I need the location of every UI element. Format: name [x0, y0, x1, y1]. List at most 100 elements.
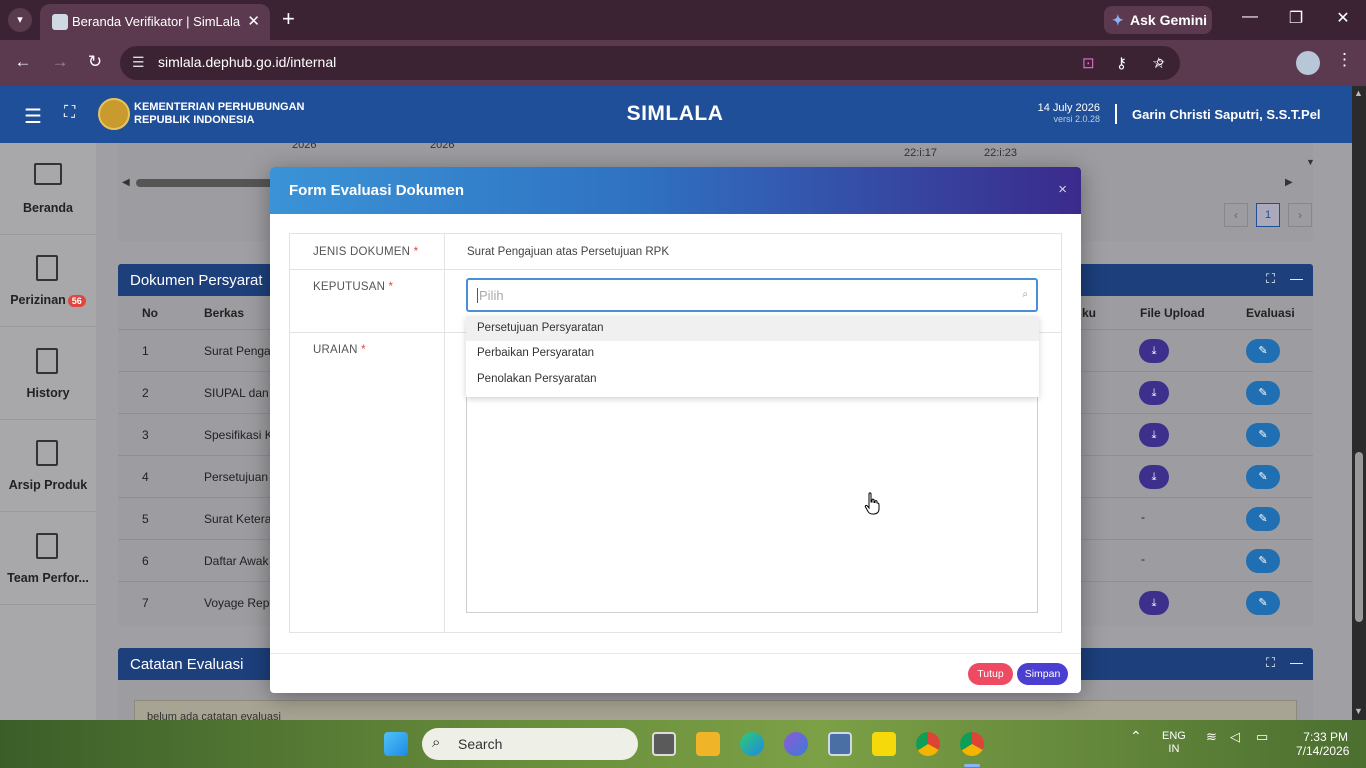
window-close-icon[interactable]: ✕: [1331, 8, 1355, 28]
tray-chevron-up-icon[interactable]: ⌃: [1130, 729, 1142, 743]
form-row-jenis: JENIS DOKUMEN * Surat Pengajuan atas Per…: [290, 234, 1061, 270]
download-button[interactable]: ⤓: [1139, 339, 1169, 363]
password-key-icon[interactable]: ⚷: [1116, 54, 1127, 72]
volume-icon[interactable]: ◁: [1230, 730, 1240, 743]
site-info-icon[interactable]: ☰: [132, 54, 145, 71]
sidebar-item-perizinan[interactable]: Perizinan 56: [0, 235, 96, 327]
collapse-icon[interactable]: —: [1290, 655, 1303, 670]
option-penolakan[interactable]: Penolakan Persyaratan: [466, 367, 1039, 392]
address-bar[interactable]: ☰ simlala.dephub.go.id/internal ☆ ⚷ ⊡: [120, 46, 1180, 80]
chrome-icon[interactable]: [916, 732, 940, 756]
edit-evaluasi-button[interactable]: ✎: [1246, 507, 1280, 531]
profile-avatar[interactable]: [1296, 51, 1320, 75]
browser-toolbar: ← → ↻ ☰ simlala.dephub.go.id/internal ☆ …: [0, 40, 1366, 86]
maximize-icon[interactable]: ❐: [1284, 8, 1308, 28]
label-text: URAIAN: [313, 344, 358, 356]
edit-evaluasi-button[interactable]: ✎: [1246, 591, 1280, 615]
perizinan-count-badge: 56: [67, 294, 86, 307]
back-arrow-icon[interactable]: ←: [13, 52, 33, 72]
taskbar-clock[interactable]: 7:33 PM 7/14/2026: [1296, 730, 1349, 758]
scroll-down-icon[interactable]: ▼: [1306, 157, 1315, 167]
edit-evaluasi-button[interactable]: ✎: [1246, 423, 1280, 447]
edge-browser-icon[interactable]: [740, 732, 764, 756]
browser-tab[interactable]: Beranda Verifikator | SimLala ✕: [40, 4, 270, 40]
row-berkas: SIUPAL dan B: [204, 386, 281, 400]
forward-arrow-icon[interactable]: →: [50, 52, 70, 72]
user-name[interactable]: Garin Christi Saputri, S.S.T.Pel: [1132, 107, 1321, 122]
new-tab-icon[interactable]: +: [282, 6, 295, 32]
app-icon[interactable]: [784, 732, 808, 756]
clock-time: 7:33 PM: [1303, 730, 1348, 744]
windows-start-icon[interactable]: [384, 732, 408, 756]
collapse-icon[interactable]: —: [1290, 271, 1303, 286]
edit-evaluasi-button[interactable]: ✎: [1246, 465, 1280, 489]
row-number: 1: [142, 344, 149, 358]
scrollbar-thumb[interactable]: [1355, 452, 1363, 622]
zoom-magnifier-icon[interactable]: ⌕: [1150, 52, 1170, 72]
horizontal-scrollbar[interactable]: [136, 179, 276, 187]
task-view-icon[interactable]: [652, 732, 676, 756]
edit-evaluasi-button[interactable]: ✎: [1246, 381, 1280, 405]
pagination-next[interactable]: ›: [1288, 203, 1312, 227]
download-button[interactable]: ⤓: [1139, 465, 1169, 489]
scroll-down-icon[interactable]: ▼: [1354, 706, 1363, 716]
ministry-name: KEMENTERIAN PERHUBUNGAN REPUBLIK INDONES…: [134, 101, 305, 127]
tutup-button[interactable]: Tutup: [968, 663, 1013, 685]
sidebar-item-arsip-produk[interactable]: Arsip Produk: [0, 420, 96, 512]
row-number: 3: [142, 428, 149, 442]
gemini-sparkle-icon: ✦: [1112, 12, 1124, 28]
chrome-profile-icon[interactable]: [960, 732, 984, 756]
modal-close-icon[interactable]: ×: [1058, 181, 1067, 198]
pagination-page-1[interactable]: 1: [1256, 203, 1280, 227]
active-app-indicator: [964, 764, 980, 767]
hamburger-menu-icon[interactable]: ☰: [24, 104, 42, 129]
wifi-icon[interactable]: ≋: [1206, 730, 1217, 743]
table-cell-time: 22:i:23: [984, 147, 1018, 159]
fullscreen-icon[interactable]: ⛶: [64, 104, 75, 122]
edit-evaluasi-button[interactable]: ✎: [1246, 339, 1280, 363]
file-explorer-icon[interactable]: [696, 732, 720, 756]
sidebar: Beranda Perizinan 56 History Arsip Produk…: [0, 143, 96, 720]
expand-icon[interactable]: ⛶: [1266, 655, 1275, 671]
edit-evaluasi-button[interactable]: ✎: [1246, 549, 1280, 573]
simpan-button[interactable]: Simpan: [1017, 663, 1068, 685]
download-button[interactable]: ⤓: [1139, 381, 1169, 405]
expand-icon[interactable]: ⛶: [1266, 271, 1275, 287]
sidebar-item-label: Perizinan 56: [0, 293, 96, 307]
option-perbaikan[interactable]: Perbaikan Persyaratan: [466, 341, 1039, 366]
sidebar-item-beranda[interactable]: Beranda: [0, 143, 96, 235]
row-berkas: Surat Keteran: [204, 512, 279, 526]
uraian-textarea[interactable]: [466, 387, 1038, 613]
select-placeholder: Pilih: [477, 288, 504, 303]
tab-search-icon[interactable]: ▾: [8, 8, 32, 32]
app-header: ☰ ⛶ KEMENTERIAN PERHUBUNGAN REPUBLIK IND…: [0, 86, 1352, 143]
install-app-icon[interactable]: ⊡: [1082, 54, 1095, 72]
scroll-up-icon[interactable]: ▲: [1354, 88, 1363, 98]
reload-icon[interactable]: ↻: [85, 52, 105, 72]
browser-menu-icon[interactable]: ⋮: [1336, 50, 1353, 70]
tab-close-icon[interactable]: ✕: [247, 12, 260, 30]
language-indicator[interactable]: ENG IN: [1162, 730, 1186, 756]
sidebar-item-history[interactable]: History: [0, 328, 96, 420]
scroll-right-icon[interactable]: ▶: [1285, 177, 1293, 188]
table-cell-year: 2026: [292, 143, 317, 151]
camera-app-icon[interactable]: [828, 732, 852, 756]
download-button[interactable]: ⤓: [1139, 591, 1169, 615]
sidebar-item-team-performance[interactable]: Team Perfor...: [0, 513, 96, 605]
page-scrollbar[interactable]: ▲ ▼: [1352, 86, 1366, 720]
scroll-left-icon[interactable]: ◀: [122, 177, 130, 188]
keputusan-select[interactable]: Pilih ⌕: [466, 278, 1038, 312]
download-button[interactable]: ⤓: [1139, 423, 1169, 447]
pagination-prev[interactable]: ‹: [1224, 203, 1248, 227]
language-primary: ENG: [1162, 730, 1186, 742]
taskbar-search[interactable]: ⌕ Search: [422, 728, 638, 760]
row-berkas: Surat Pengaju: [204, 344, 281, 358]
option-persetujuan[interactable]: Persetujuan Persyaratan: [466, 316, 1039, 341]
minimize-icon[interactable]: —: [1238, 8, 1262, 26]
ask-gemini-button[interactable]: ✦ Ask Gemini: [1104, 6, 1212, 34]
row-berkas: Voyage Repo: [204, 596, 277, 610]
sidebar-item-label: Beranda: [22, 201, 74, 215]
battery-icon[interactable]: ▭: [1256, 730, 1268, 743]
sticky-notes-icon[interactable]: [872, 732, 896, 756]
ministry-logo: [98, 98, 130, 130]
